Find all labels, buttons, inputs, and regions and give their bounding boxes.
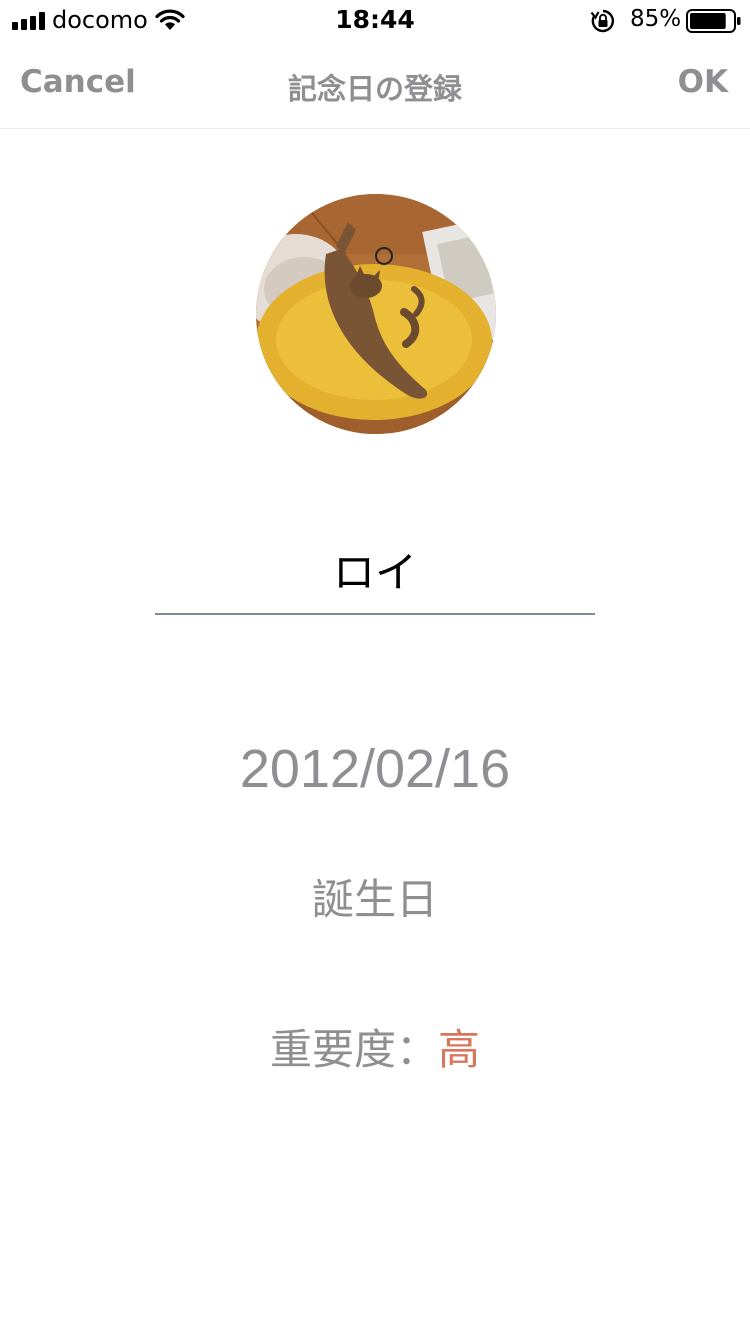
battery-percent: 85% bbox=[630, 6, 682, 32]
status-bar: docomo 18:44 85% bbox=[0, 0, 750, 40]
name-field[interactable]: ロイ bbox=[155, 535, 595, 615]
importance-selector[interactable]: 重要度：高 bbox=[0, 1016, 750, 1077]
importance-label: 重要度： bbox=[269, 1025, 438, 1074]
ok-button[interactable]: OK bbox=[678, 64, 728, 100]
cat-photo-image bbox=[256, 194, 496, 434]
importance-value[interactable]: 高 bbox=[438, 1025, 480, 1074]
name-input[interactable]: ロイ bbox=[155, 535, 595, 613]
rotation-lock-icon bbox=[590, 9, 615, 33]
battery-icon bbox=[686, 9, 741, 33]
page-title: 記念日の登録 bbox=[287, 72, 462, 106]
navigation-bar: Cancel 記念日の登録 OK bbox=[0, 40, 750, 129]
pet-photo[interactable] bbox=[256, 194, 496, 434]
date-value[interactable]: 2012/02/16 bbox=[0, 738, 750, 800]
category-value[interactable]: 誕生日 bbox=[0, 866, 750, 927]
